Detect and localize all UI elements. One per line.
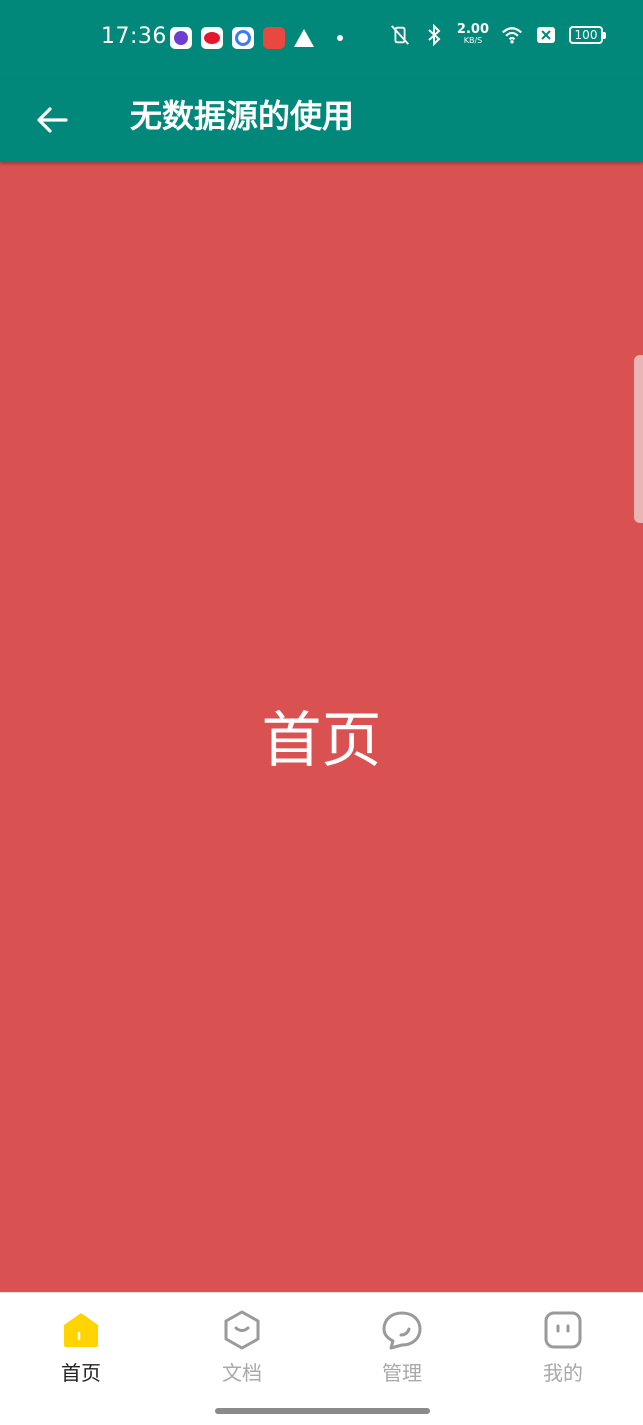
notification-icons	[170, 27, 343, 49]
arrow-left-icon	[37, 107, 68, 133]
tab-docs[interactable]: 文档	[192, 1309, 292, 1389]
back-button[interactable]	[30, 98, 74, 142]
mute-vibrate-icon	[389, 24, 411, 46]
tab-mine-label: 我的	[543, 1361, 583, 1385]
hexagon-smile-icon	[224, 1310, 260, 1350]
tab-manage-label: 管理	[382, 1361, 422, 1385]
content-page[interactable]: 首页	[0, 162, 643, 1292]
tab-home-label: 首页	[61, 1361, 101, 1385]
network-speed-value: 2.00	[456, 22, 489, 37]
warning-icon	[294, 29, 314, 47]
sim-icon	[535, 24, 557, 46]
battery-icon: 100	[569, 26, 606, 44]
network-speed-unit: KB/S	[463, 36, 483, 45]
page-content-text: 首页	[261, 706, 382, 776]
weibo-icon	[201, 27, 223, 49]
page-title: 无数据源的使用	[130, 97, 355, 135]
system-icons: 2.00 KB/S 100	[389, 22, 606, 46]
app-bar: 无数据源的使用	[0, 78, 643, 162]
face-icon	[544, 1311, 582, 1349]
chat-bubble-icon	[382, 1311, 422, 1350]
home-icon	[64, 1313, 98, 1347]
baidu-icon	[232, 27, 254, 49]
status-time: 17:36	[101, 24, 167, 49]
tab-mine[interactable]: 我的	[513, 1309, 613, 1389]
edge-handle[interactable]	[634, 355, 643, 523]
qq-icon	[170, 27, 192, 49]
tab-home[interactable]: 首页	[31, 1309, 131, 1389]
wifi-icon	[501, 24, 523, 46]
network-speed: 2.00 KB/S	[456, 22, 489, 46]
bluetooth-icon	[423, 24, 445, 46]
dot-icon	[337, 35, 343, 41]
status-bar: 17:36 2.00 KB/S 100	[0, 0, 643, 78]
home-indicator[interactable]	[215, 1408, 430, 1414]
tab-manage[interactable]: 管理	[352, 1309, 452, 1389]
bottom-nav: 首页 文档 管理 我的	[0, 1292, 643, 1425]
pig-app-icon	[263, 27, 285, 49]
tab-docs-label: 文档	[222, 1361, 262, 1385]
